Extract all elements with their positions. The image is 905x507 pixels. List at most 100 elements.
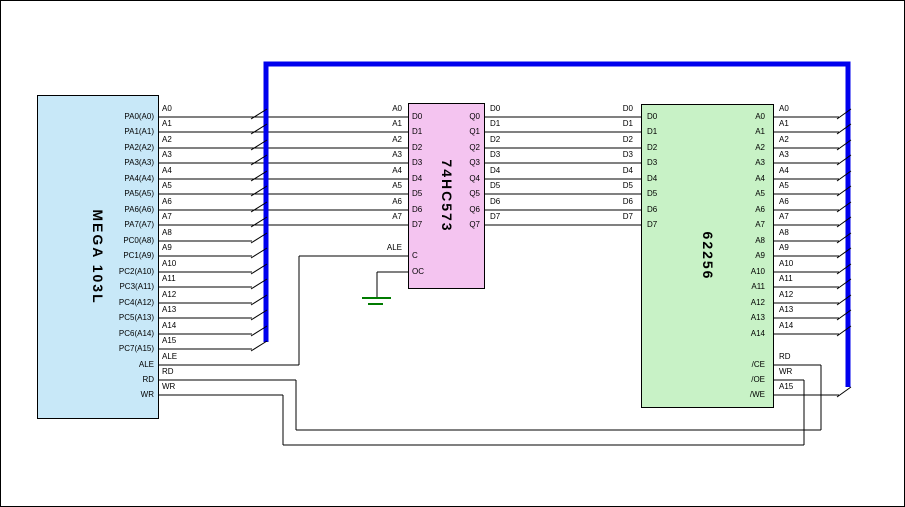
net-label: A4 (392, 166, 402, 175)
pin-label: A0 (755, 112, 765, 121)
net-label: D4 (623, 166, 633, 175)
bus-tap (251, 326, 267, 336)
bus-tap (837, 186, 851, 196)
net-label: A10 (779, 259, 793, 268)
pin-label: D5 (647, 189, 657, 198)
net-label: A6 (779, 197, 789, 206)
pin-label: D3 (412, 158, 422, 167)
pin-label: PA3(A3) (124, 158, 154, 167)
bus-tap (837, 124, 851, 134)
pin-label: A13 (751, 313, 765, 322)
net-label: D5 (490, 181, 500, 190)
net-label: D7 (623, 212, 633, 221)
bus-tap (837, 326, 851, 336)
net-label: A7 (392, 212, 402, 221)
net-label: A2 (392, 135, 402, 144)
bus-tap (251, 124, 267, 134)
pin-label: Q5 (469, 189, 480, 198)
pin-label: ALE (139, 360, 154, 369)
net-label: A6 (162, 197, 172, 206)
net-label: A3 (392, 150, 402, 159)
pin-label: Q2 (469, 143, 480, 152)
bus-tap (837, 171, 851, 181)
pin-label: D4 (412, 174, 422, 183)
net-label: D7 (490, 212, 500, 221)
net-label: A0 (392, 104, 402, 113)
pin-label: A3 (755, 158, 765, 167)
pin-label: PC5(A13) (119, 313, 154, 322)
pin-label: A9 (755, 251, 765, 260)
bus-tap (837, 279, 851, 289)
pin-label: A11 (751, 282, 765, 291)
pin-label: A7 (755, 220, 765, 229)
pin-label: PC6(A14) (119, 329, 154, 338)
net-label: A15 (162, 336, 176, 345)
net-label: D6 (623, 197, 633, 206)
pin-label: /CE (752, 360, 765, 369)
net-label: A5 (779, 181, 789, 190)
pin-label: OC (412, 267, 424, 276)
pin-label: WR (141, 390, 154, 399)
pin-label: /WE (750, 390, 765, 399)
pin-label: Q1 (469, 127, 480, 136)
bus-tap (837, 310, 851, 320)
chip-title-74hc573: 74HC573 (439, 159, 455, 232)
net-label: A4 (779, 166, 789, 175)
pin-label: Q7 (469, 220, 480, 229)
pin-label: PA4(A4) (124, 174, 154, 183)
net-label: RD (779, 352, 791, 361)
pin-label: D5 (412, 189, 422, 198)
net-label: RD (162, 367, 174, 376)
net-label: A10 (162, 259, 176, 268)
net-label: WR (162, 382, 175, 391)
net-label: A11 (779, 274, 793, 283)
bus-tap (251, 341, 267, 351)
pin-label: D7 (412, 220, 422, 229)
net-label: A9 (779, 243, 789, 252)
net-label: A7 (779, 212, 789, 221)
bus-tap (251, 233, 267, 243)
pin-label: PA2(A2) (124, 143, 154, 152)
net-label: A5 (162, 181, 172, 190)
net-label: D3 (490, 150, 500, 159)
net-label: A5 (392, 181, 402, 190)
net-label: A12 (779, 290, 793, 299)
pin-label: PC1(A9) (123, 251, 154, 260)
bus-tap (251, 140, 267, 150)
pin-label: PA1(A1) (124, 127, 154, 136)
pin-label: D1 (412, 127, 422, 136)
pin-label: A6 (755, 205, 765, 214)
net-label: A4 (162, 166, 172, 175)
net-label: WR (779, 367, 792, 376)
pin-label: Q4 (469, 174, 480, 183)
net-label: A15 (779, 382, 793, 391)
net-label: A14 (162, 321, 176, 330)
net-label: A13 (162, 305, 176, 314)
pin-label: PA0(A0) (124, 112, 154, 121)
net-label: A2 (162, 135, 172, 144)
bus-tap (837, 140, 851, 150)
pin-label: PC7(A15) (119, 344, 154, 353)
net-label: ALE (387, 243, 402, 252)
pin-label: A1 (755, 127, 765, 136)
bus-tap (251, 248, 267, 258)
pin-label: A2 (755, 143, 765, 152)
net-label: D6 (490, 197, 500, 206)
bus-tap (251, 186, 267, 196)
bus-tap (251, 202, 267, 212)
net-label: A9 (162, 243, 172, 252)
net-label: A0 (779, 104, 789, 113)
bus-tap (837, 264, 851, 274)
pin-label: D6 (647, 205, 657, 214)
pin-label: D3 (647, 158, 657, 167)
pin-label: PC0(A8) (123, 236, 154, 245)
net-label: A3 (162, 150, 172, 159)
pin-label: D2 (412, 143, 422, 152)
net-label: A8 (779, 228, 789, 237)
net-label: A14 (779, 321, 793, 330)
pin-label: D4 (647, 174, 657, 183)
net-label: A1 (779, 119, 789, 128)
pin-label: A10 (751, 267, 765, 276)
bus-tap (837, 295, 851, 305)
net-label: D1 (623, 119, 633, 128)
